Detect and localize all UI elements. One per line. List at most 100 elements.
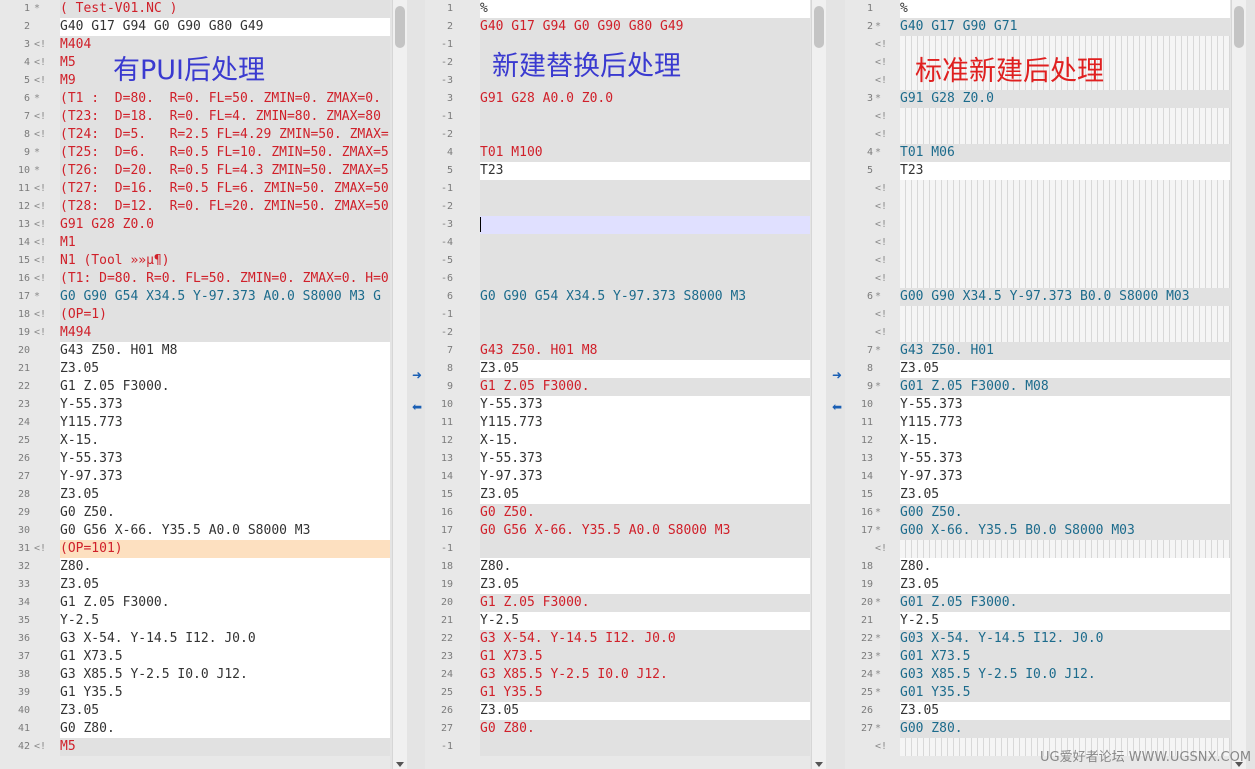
code-line[interactable]: 17 G0 G56 X-66. Y35.5 A0.0 S8000 M3 — [425, 522, 810, 540]
code-line[interactable]: <! — [845, 306, 1230, 324]
code-line[interactable]: 42 <! M5 — [0, 738, 390, 756]
code-line[interactable]: 1 * ( Test-V01.NC ) — [0, 0, 390, 18]
code-line[interactable]: 2 * G40 G17 G90 G71 — [845, 18, 1230, 36]
code-line[interactable]: -1 — [425, 108, 810, 126]
code-line[interactable]: 16 <! (T1: D=80. R=0. FL=50. ZMIN=0. ZMAX=… — [0, 270, 390, 288]
code-line[interactable]: 16 * G00 Z50. — [845, 504, 1230, 522]
code-line[interactable]: 4 T01 M100 — [425, 144, 810, 162]
copy-left-arrow-icon[interactable]: ⬅ — [830, 401, 844, 413]
code-line[interactable]: 9 G1 Z.05 F3000. — [425, 378, 810, 396]
code-line[interactable]: 8 <! (T24: D=5. R=2.5 FL=4.29 ZMIN=50. ZMA… — [0, 126, 390, 144]
code-line[interactable]: 14 <! M1 — [0, 234, 390, 252]
code-line[interactable]: 23 G1 X73.5 — [425, 648, 810, 666]
code-line[interactable]: 23 * G01 X73.5 — [845, 648, 1230, 666]
code-line[interactable]: 21 Y-2.5 — [425, 612, 810, 630]
code-line[interactable]: 34 G1 Z.05 F3000. — [0, 594, 390, 612]
code-line[interactable]: 25 G1 Y35.5 — [425, 684, 810, 702]
code-line[interactable]: <! — [845, 270, 1230, 288]
code-line[interactable]: 15 Z3.05 — [425, 486, 810, 504]
code-line[interactable]: 14 Y-97.373 — [425, 468, 810, 486]
code-line[interactable]: 20 * G01 Z.05 F3000. — [845, 594, 1230, 612]
code-line[interactable]: 7 G43 Z50. H01 M8 — [425, 342, 810, 360]
code-line[interactable]: 27 Y-97.373 — [0, 468, 390, 486]
code-line[interactable]: 25 X-15. — [0, 432, 390, 450]
code-line[interactable]: 25 * G01 Y35.5 — [845, 684, 1230, 702]
code-line[interactable]: 22 * G03 X-54. Y-14.5 I12. J0.0 — [845, 630, 1230, 648]
code-line[interactable]: 24 G3 X85.5 Y-2.5 I0.0 J12. — [425, 666, 810, 684]
scroll-down-arrow-icon[interactable] — [815, 762, 823, 767]
code-line[interactable]: -2 — [425, 324, 810, 342]
scroll-down-arrow-icon[interactable] — [396, 762, 404, 767]
code-line[interactable]: <! — [845, 216, 1230, 234]
code-line[interactable]: <! — [845, 126, 1230, 144]
code-line[interactable]: <! — [845, 252, 1230, 270]
code-line[interactable]: 6 G0 G90 G54 X34.5 Y-97.373 S8000 M3 — [425, 288, 810, 306]
copy-right-arrow-icon[interactable]: ➜ — [830, 369, 844, 381]
copy-left-arrow-icon[interactable]: ⬅ — [410, 401, 424, 413]
code-line[interactable]: 12 <! (T28: D=12. R=0. FL=20. ZMIN=50. ZMA… — [0, 198, 390, 216]
middle-code-pane[interactable]: 1% 2 G40 G17 G94 G0 G90 G80 G49 -1 -2 -3 3 G91 … — [425, 0, 810, 769]
code-line[interactable]: 13 <! G91 G28 Z0.0 — [0, 216, 390, 234]
code-line[interactable]: <! — [845, 540, 1230, 558]
code-line[interactable]: -6 — [425, 270, 810, 288]
code-line[interactable]: 10 Y-55.373 — [845, 396, 1230, 414]
code-line[interactable]: 14 Y-97.373 — [845, 468, 1230, 486]
code-line[interactable]: 1% — [845, 0, 1230, 18]
code-line[interactable]: 19 Z3.05 — [845, 576, 1230, 594]
code-line[interactable]: 41 G0 Z80. — [0, 720, 390, 738]
code-line[interactable]: 36 G3 X-54. Y-14.5 I12. J0.0 — [0, 630, 390, 648]
code-line[interactable]: 21 Y-2.5 — [845, 612, 1230, 630]
code-line[interactable]: 11 <! (T27: D=16. R=0.5 FL=6. ZMIN=50. ZMA… — [0, 180, 390, 198]
code-line[interactable]: 6 * (T1 : D=80. R=0. FL=50. ZMIN=0. ZMAX=0… — [0, 90, 390, 108]
code-line[interactable]: 10 Y-55.373 — [425, 396, 810, 414]
code-line[interactable]: 24 Y115.773 — [0, 414, 390, 432]
middle-scrollbar[interactable] — [811, 0, 826, 769]
code-line[interactable]: -1 — [425, 306, 810, 324]
code-line[interactable]: 20 G43 Z50. H01 M8 — [0, 342, 390, 360]
code-line[interactable]: 17 * G00 X-66. Y35.5 B0.0 S8000 M03 — [845, 522, 1230, 540]
code-line[interactable]: 12 X-15. — [845, 432, 1230, 450]
code-line[interactable]: 4 * T01 M06 — [845, 144, 1230, 162]
right-code-pane[interactable]: 1% 2 * G40 G17 G90 G71 <! <! <! 3 * G91 G28 Z0.0 <… — [845, 0, 1230, 769]
left-code-pane[interactable]: 1 * ( Test-V01.NC ) 2 G40 G17 G94 G0 G90 G80… — [0, 0, 390, 769]
code-line[interactable]: 13 Y-55.373 — [845, 450, 1230, 468]
code-line[interactable]: 22 G3 X-54. Y-14.5 I12. J0.0 — [425, 630, 810, 648]
code-line[interactable]: 5 T23 — [425, 162, 810, 180]
code-line[interactable]: 26 Y-55.373 — [0, 450, 390, 468]
code-line[interactable]: 27 G0 Z80. — [425, 720, 810, 738]
code-line[interactable]: 29 G0 Z50. — [0, 504, 390, 522]
code-line[interactable]: 9 * G01 Z.05 F3000. M08 — [845, 378, 1230, 396]
code-line[interactable]: 1% — [425, 0, 810, 18]
code-line[interactable]: -2 — [425, 198, 810, 216]
code-line[interactable]: 18 Z80. — [425, 558, 810, 576]
code-line[interactable]: 19 <! M494 — [0, 324, 390, 342]
code-line[interactable]: 32 Z80. — [0, 558, 390, 576]
right-scrollbar[interactable] — [1231, 0, 1246, 769]
code-line[interactable]: 37 G1 X73.5 — [0, 648, 390, 666]
scrollbar-thumb[interactable] — [395, 6, 405, 48]
code-line[interactable]: 19 Z3.05 — [425, 576, 810, 594]
code-line[interactable]: 10 * (T26: D=20. R=0.5 FL=4.3 ZMIN=50. ZMA… — [0, 162, 390, 180]
code-line[interactable]: -1 — [425, 180, 810, 198]
code-line[interactable]: -1 — [425, 738, 810, 756]
code-line[interactable]: 13 Y-55.373 — [425, 450, 810, 468]
code-line[interactable]: 24 * G03 X85.5 Y-2.5 I0.0 J12. — [845, 666, 1230, 684]
scrollbar-thumb[interactable] — [814, 6, 824, 48]
code-line[interactable]: <! — [845, 198, 1230, 216]
code-line[interactable]: 15 Z3.05 — [845, 486, 1230, 504]
code-line[interactable]: 33 Z3.05 — [0, 576, 390, 594]
code-line[interactable]: 21 Z3.05 — [0, 360, 390, 378]
code-line[interactable]: 8 Z3.05 — [425, 360, 810, 378]
code-line[interactable]: 27 * G00 Z80. — [845, 720, 1230, 738]
code-line[interactable]: 3 * G91 G28 Z0.0 — [845, 90, 1230, 108]
code-line[interactable]: 26 Z3.05 — [845, 702, 1230, 720]
code-line[interactable]: 17 * G0 G90 G54 X34.5 Y-97.373 A0.0 S8000 … — [0, 288, 390, 306]
copy-right-arrow-icon[interactable]: ➜ — [410, 369, 424, 381]
code-line[interactable]: -2 — [425, 126, 810, 144]
code-line[interactable]: 31 <! (OP=101) — [0, 540, 390, 558]
code-line[interactable]: -1 — [425, 540, 810, 558]
code-line[interactable]: 6 * G00 G90 X34.5 Y-97.373 B0.0 S8000 M03 — [845, 288, 1230, 306]
code-line[interactable]: 7 * G43 Z50. H01 — [845, 342, 1230, 360]
code-line[interactable]: 28 Z3.05 — [0, 486, 390, 504]
code-line[interactable]: 18 Z80. — [845, 558, 1230, 576]
